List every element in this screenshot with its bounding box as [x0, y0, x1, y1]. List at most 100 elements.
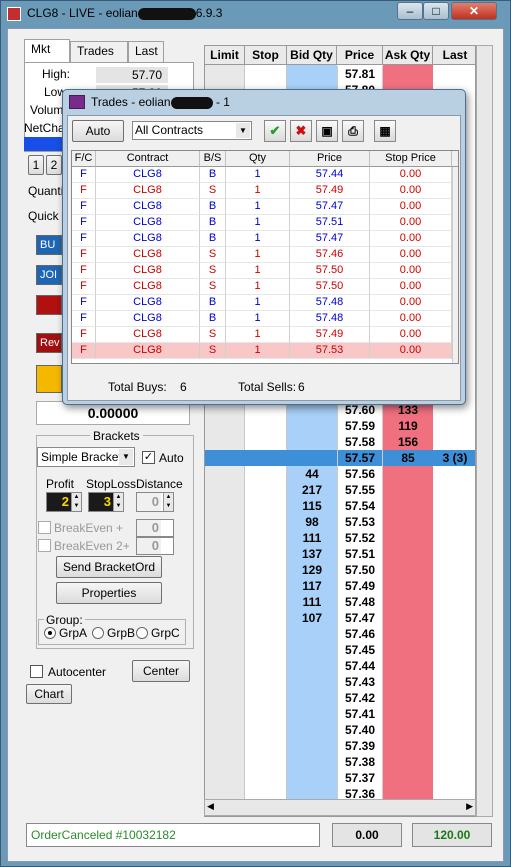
maximize-button[interactable]: □ — [423, 2, 449, 20]
trade-row[interactable]: F CLG8 B 1 57.48 0.00 — [72, 295, 452, 311]
ladder-row[interactable]: 115 57.54 — [205, 498, 475, 514]
trade-row[interactable]: F CLG8 S 1 57.49 0.00 — [72, 183, 452, 199]
ask-cell[interactable]: 119 — [383, 418, 433, 434]
ask-cell[interactable] — [383, 482, 433, 498]
ask-cell[interactable] — [383, 530, 433, 546]
last-cell[interactable] — [433, 530, 475, 546]
chart-button[interactable]: Chart — [26, 684, 72, 704]
bidqty-header[interactable]: Bid Qty — [287, 46, 337, 65]
last-header[interactable]: Last — [433, 46, 475, 65]
ask-cell[interactable] — [383, 690, 433, 706]
distance-stepper[interactable]: 0 ▲ ▼ — [136, 492, 174, 512]
ask-cell[interactable] — [383, 546, 433, 562]
scroll-left-icon[interactable]: ◀ — [207, 801, 214, 812]
ladder-row[interactable]: 129 57.50 — [205, 562, 475, 578]
last-cell[interactable] — [433, 418, 475, 434]
last-cell[interactable] — [433, 578, 475, 594]
trade-row[interactable]: F CLG8 S 1 57.49 0.00 — [72, 327, 452, 343]
price-header[interactable]: Price — [290, 151, 370, 167]
trade-row[interactable]: F CLG8 S 1 57.53 0.00 — [72, 343, 452, 359]
last-cell[interactable] — [433, 706, 475, 722]
save-icon[interactable]: ▣ — [316, 120, 338, 142]
bid-cell[interactable] — [287, 754, 337, 770]
askqty-header[interactable]: Ask Qty — [383, 46, 433, 65]
last-cell[interactable] — [433, 738, 475, 754]
center-button[interactable]: Center — [132, 660, 190, 682]
up-arrow-icon[interactable]: ▲ — [163, 493, 173, 502]
grid-icon[interactable]: ▦ — [374, 120, 396, 142]
ladder-row[interactable]: 44 57.56 — [205, 466, 475, 482]
ladder-row[interactable]: 57.43 — [205, 674, 475, 690]
tab-mkt[interactable]: Mkt — [24, 39, 70, 62]
last-cell[interactable] — [433, 674, 475, 690]
qty-button-2[interactable]: 2 — [46, 155, 62, 175]
ladder-row[interactable]: 57.81 — [205, 66, 475, 82]
ladder-vertical-scrollbar[interactable] — [476, 45, 493, 817]
ask-cell[interactable] — [383, 722, 433, 738]
check-icon[interactable]: ✔ — [264, 120, 286, 142]
breakeven2-checkbox[interactable] — [38, 539, 51, 552]
profit-stepper[interactable]: 2 ▲ ▼ — [46, 492, 82, 512]
stoploss-stepper[interactable]: 3 ▲ ▼ — [88, 492, 124, 512]
auto-button[interactable]: Auto — [72, 120, 124, 142]
last-cell[interactable] — [433, 770, 475, 786]
ask-cell[interactable] — [383, 514, 433, 530]
ladder-row[interactable]: 107 57.47 — [205, 610, 475, 626]
sell-button[interactable] — [36, 295, 62, 315]
bid-cell[interactable] — [287, 674, 337, 690]
close-button[interactable]: ✕ — [451, 2, 497, 20]
scroll-right-icon[interactable]: ▶ — [466, 801, 473, 812]
tab-trades[interactable]: Trades — [70, 41, 128, 62]
last-cell[interactable] — [433, 754, 475, 770]
bid-cell[interactable] — [287, 690, 337, 706]
trade-row[interactable]: F CLG8 B 1 57.47 0.00 — [72, 231, 452, 247]
last-cell[interactable] — [433, 466, 475, 482]
ladder-row[interactable]: 57.57 85 3 (3) — [205, 450, 475, 466]
stop-price-header[interactable]: Stop Price — [370, 151, 452, 167]
last-cell[interactable] — [433, 514, 475, 530]
ladder-row[interactable]: 57.39 — [205, 738, 475, 754]
bid-cell[interactable]: 98 — [287, 514, 337, 530]
ladder-row[interactable]: 57.58 156 — [205, 434, 475, 450]
last-cell[interactable] — [433, 610, 475, 626]
last-cell[interactable] — [433, 498, 475, 514]
last-cell[interactable] — [433, 482, 475, 498]
distance-value[interactable]: 0 — [137, 493, 161, 511]
up-arrow-icon[interactable]: ▲ — [113, 493, 123, 502]
trade-row[interactable]: F CLG8 B 1 57.51 0.00 — [72, 215, 452, 231]
ladder-horizontal-scrollbar[interactable]: ◀ ▶ — [204, 799, 476, 816]
dropdown-icon[interactable]: ▼ — [119, 449, 133, 465]
trade-row[interactable]: F CLG8 S 1 57.46 0.00 — [72, 247, 452, 263]
ladder-row[interactable]: 57.41 — [205, 706, 475, 722]
bid-cell[interactable] — [287, 450, 337, 466]
limit-header[interactable]: Limit — [205, 46, 245, 65]
bid-cell[interactable] — [287, 434, 337, 450]
bid-cell[interactable]: 111 — [287, 594, 337, 610]
fc-header[interactable]: F/C — [72, 151, 96, 167]
ask-cell[interactable] — [383, 642, 433, 658]
profit-value[interactable]: 2 — [47, 493, 71, 511]
qty-button-1[interactable]: 1 — [28, 155, 44, 175]
trade-row[interactable]: F CLG8 S 1 57.50 0.00 — [72, 263, 452, 279]
ask-cell[interactable] — [383, 498, 433, 514]
bid-cell[interactable] — [287, 658, 337, 674]
down-arrow-icon[interactable]: ▼ — [71, 502, 81, 511]
bid-cell[interactable]: 115 — [287, 498, 337, 514]
ask-cell[interactable] — [383, 578, 433, 594]
bid-cell[interactable] — [287, 706, 337, 722]
bid-cell[interactable] — [287, 418, 337, 434]
bid-cell[interactable]: 117 — [287, 578, 337, 594]
ask-cell[interactable] — [383, 770, 433, 786]
bid-cell[interactable]: 44 — [287, 466, 337, 482]
bs-header[interactable]: B/S — [200, 151, 226, 167]
cancel-icon[interactable]: ✖ — [290, 120, 312, 142]
last-cell[interactable] — [433, 658, 475, 674]
breakeven1-value[interactable]: 0 — [137, 520, 161, 536]
radio-grpb[interactable] — [92, 627, 104, 639]
ladder-row[interactable]: 57.42 — [205, 690, 475, 706]
print-icon[interactable]: ⎙ — [342, 120, 364, 142]
trades-table[interactable]: F/C Contract B/S Qty Price Stop Price FC… — [71, 150, 459, 364]
trades-scrollbar[interactable] — [452, 167, 458, 363]
bid-cell[interactable] — [287, 770, 337, 786]
contract-header[interactable]: Contract — [96, 151, 200, 167]
